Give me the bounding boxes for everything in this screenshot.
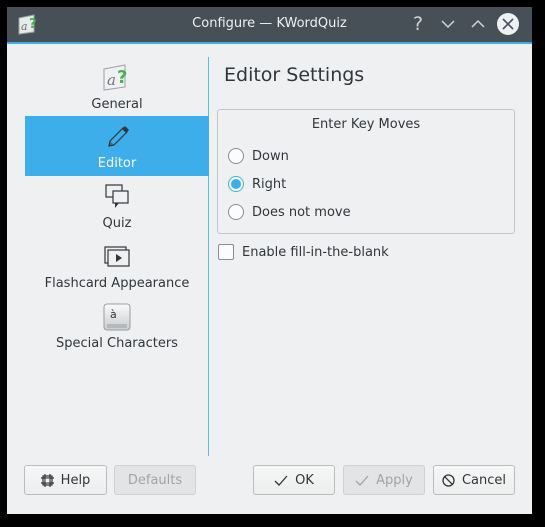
- title-bar[interactable]: a ? Configure — KWordQuiz ?: [7, 7, 532, 44]
- help-button-label: Help: [60, 472, 91, 488]
- chevron-down-icon: [441, 20, 455, 29]
- cancel-icon: [442, 473, 455, 487]
- checkmark-icon: [274, 475, 288, 486]
- sidebar-label-editor: Editor: [97, 156, 137, 171]
- fill-in-the-blank-label: Enable fill-in-the-blank: [242, 244, 389, 260]
- sidebar-label-flashcard-appearance: Flashcard Appearance: [44, 276, 190, 291]
- radio-right[interactable]: [228, 176, 244, 192]
- question-icon: ?: [412, 13, 424, 35]
- radio-label-right: Right: [252, 176, 287, 192]
- sidebar-item-general[interactable]: a ? General: [25, 57, 209, 117]
- svg-text:a: a: [107, 71, 116, 89]
- group-title: Enter Key Moves: [311, 117, 421, 132]
- defaults-button-label: Defaults: [127, 472, 183, 488]
- radio-option-does-not-move[interactable]: Does not move: [228, 202, 351, 222]
- speech-bubbles-icon: [105, 184, 129, 208]
- minimize-button[interactable]: [437, 13, 459, 35]
- fill-in-the-blank-option[interactable]: Enable fill-in-the-blank: [218, 242, 389, 262]
- slides-play-icon: [104, 246, 130, 267]
- radio-option-right[interactable]: Right: [228, 174, 286, 194]
- sidebar-item-editor[interactable]: Editor: [25, 116, 209, 176]
- sidebar-label-quiz: Quiz: [102, 216, 132, 231]
- maximize-button[interactable]: [467, 13, 489, 35]
- cancel-button-label: Cancel: [461, 472, 507, 488]
- sidebar-label-general: General: [91, 97, 143, 112]
- cancel-button[interactable]: Cancel: [433, 465, 515, 495]
- sidebar-divider: [208, 57, 209, 456]
- radio-label-down: Down: [252, 148, 289, 164]
- checkmark-icon: [355, 475, 369, 486]
- close-icon: [502, 18, 514, 30]
- help-button[interactable]: Help: [24, 465, 107, 495]
- sidebar-item-flashcard-appearance[interactable]: Flashcard Appearance: [25, 236, 209, 296]
- sidebar-label-special-characters: Special Characters: [56, 336, 178, 351]
- apply-button[interactable]: Apply: [343, 465, 425, 495]
- help-title-button[interactable]: ?: [407, 13, 429, 35]
- radio-does-not-move[interactable]: [228, 204, 244, 220]
- svg-text:?: ?: [117, 67, 127, 88]
- configure-dialog: a ? Configure — KWordQuiz ? a ? General …: [7, 7, 532, 514]
- apply-button-label: Apply: [376, 472, 413, 488]
- enter-key-moves-group: Enter Key Moves Down Right Does not move: [217, 109, 515, 234]
- keyboard-key-icon: à: [103, 303, 131, 331]
- sidebar-item-special-characters[interactable]: à Special Characters: [25, 296, 209, 356]
- kwordquiz-general-icon: a ?: [103, 64, 127, 91]
- pencil-icon: [108, 126, 129, 147]
- key-char: à: [110, 308, 117, 321]
- fill-in-the-blank-checkbox[interactable]: [218, 244, 234, 260]
- radio-label-does-not-move: Does not move: [252, 204, 351, 220]
- sidebar-item-quiz[interactable]: Quiz: [25, 176, 209, 236]
- chevron-up-icon: [471, 19, 485, 28]
- defaults-button[interactable]: Defaults: [114, 465, 196, 495]
- radio-option-down[interactable]: Down: [228, 146, 289, 166]
- ok-button-label: OK: [295, 472, 314, 488]
- page-title: Editor Settings: [224, 64, 365, 86]
- ok-button[interactable]: OK: [253, 465, 335, 495]
- radio-down[interactable]: [228, 148, 244, 164]
- settings-sidebar: a ? General Editor Quiz Flashcard Appear…: [25, 57, 209, 457]
- close-button[interactable]: [497, 13, 519, 35]
- lifebuoy-icon: [40, 473, 54, 487]
